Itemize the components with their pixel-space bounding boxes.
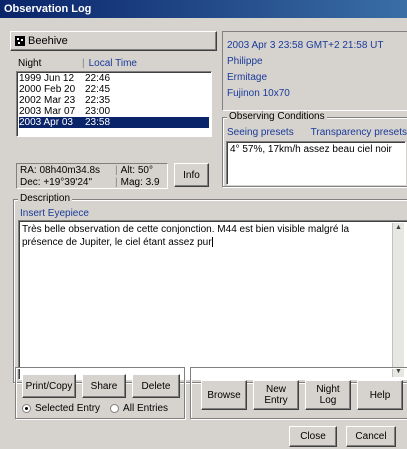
conditions-text-field[interactable]: 4° 57%, 17km/h assez beau ciel noir [226,141,406,185]
observation-night: 2002 Mar 23 [19,95,76,106]
object-name: Beehive [28,35,68,47]
observation-row[interactable]: 2002 Mar 23 22:35 [19,95,209,106]
cancel-button[interactable]: Cancel [346,426,396,447]
observation-time: 23:00 [85,106,111,117]
description-group: Description Insert Eyepiece Très belle o… [13,193,407,383]
observation-night: 2003 Apr 03 [19,117,73,128]
observation-night: 2003 Mar 07 [19,106,76,117]
dec-value: Dec: +19°39'24" [20,177,93,188]
window-title: Observation Log [4,3,92,15]
observation-row[interactable]: 2003 Apr 03 23:58 [19,117,209,128]
print-copy-button[interactable]: Print/Copy [22,374,76,398]
seeing-presets-link[interactable]: Seeing presets [227,127,294,138]
delete-label: Delete [141,380,171,392]
share-button[interactable]: Share [82,374,126,398]
new-entry-button[interactable]: New Entry [253,380,299,410]
observation-row[interactable]: 1999 Jun 12 22:46 [19,73,209,84]
insert-eyepiece-link[interactable]: Insert Eyepiece [20,208,89,219]
coordinates-box: RA: 08h40m34.8s | Alt: 50° Dec: +19°39'2… [16,163,168,189]
observation-night: 1999 Jun 12 [19,73,75,84]
help-button[interactable]: Help [357,380,403,410]
share-label: Share [90,380,118,392]
help-label: Help [369,389,391,401]
close-button[interactable]: Close [289,426,337,447]
selected-entry-label[interactable]: Selected Entry [35,403,100,414]
close-label: Close [300,431,326,442]
night-log-label: Night Log [316,384,340,406]
instrument-name[interactable]: Fujinon 10x70 [227,86,403,102]
observing-conditions-label: Observing Conditions [227,111,327,122]
browse-label: Browse [207,389,241,401]
description-text: Très belle observation de cette conjonct… [22,224,350,248]
scroll-up-icon[interactable]: ▲ [393,223,404,233]
text-caret [211,237,213,248]
print-copy-label: Print/Copy [25,380,73,392]
observation-time: 23:58 [85,117,111,128]
browse-button[interactable]: Browse [201,380,247,410]
observer-name[interactable]: Philippe [227,54,403,70]
observing-conditions-group: Observing Conditions Seeing presets Tran… [222,111,407,187]
window-titlebar[interactable]: Observation Log [0,0,407,18]
new-entry-label: New Entry [264,384,288,406]
observation-time: 22:45 [85,84,111,95]
transparency-presets-link[interactable]: Transparency presets [311,127,407,138]
night-log-button[interactable]: Night Log [305,380,351,410]
observation-row[interactable]: 2000 Feb 20 22:45 [19,84,209,95]
all-entries-label[interactable]: All Entries [123,403,168,414]
description-label: Description [18,193,73,204]
info-button-label: Info [183,169,200,181]
observations-list-panel: Night | Local Time 1999 Jun 12 22:46 2000 … [16,58,212,138]
all-entries-radio[interactable] [110,404,120,413]
info-button[interactable]: Info [174,163,209,187]
description-textarea[interactable]: Très belle observation de cette conjonct… [18,220,407,380]
navigation-group: Browse New Entry Night Log Help [190,367,407,419]
mag-value: Mag: 3.9 [120,177,160,188]
entry-actions-group: Print/Copy Share Delete Selected Entry A… [15,367,185,419]
ra-value: RA: 08h40m34.8s [20,165,101,176]
observation-datetime[interactable]: 2003 Apr 3 23:58 GMT+2 21:58 UT [227,38,403,54]
object-selector[interactable]: Beehive [10,31,217,51]
observation-info-panel: 2003 Apr 3 23:58 GMT+2 21:58 UT Philippe… [222,31,407,111]
observation-night: 2000 Feb 20 [19,84,76,95]
alt-value: Alt: 50° [120,165,153,176]
observation-row[interactable]: 2003 Mar 07 23:00 [19,106,209,117]
cluster-icon [15,36,25,46]
conditions-text: 4° 57%, 17km/h assez beau ciel noir [230,144,392,155]
description-scrollbar[interactable]: ▲ ▼ [392,223,404,377]
col-local-time-header: Local Time [88,58,137,69]
observations-list[interactable]: 1999 Jun 12 22:46 2000 Feb 20 22:45 2002 Mar… [16,71,212,137]
cancel-label: Cancel [355,431,387,442]
selected-entry-radio[interactable] [22,404,31,413]
observation-time: 22:46 [85,73,111,84]
site-name[interactable]: Ermitage [227,70,403,86]
col-night-header: Night [18,58,42,69]
delete-button[interactable]: Delete [132,374,180,398]
observation-time: 22:35 [85,95,111,106]
